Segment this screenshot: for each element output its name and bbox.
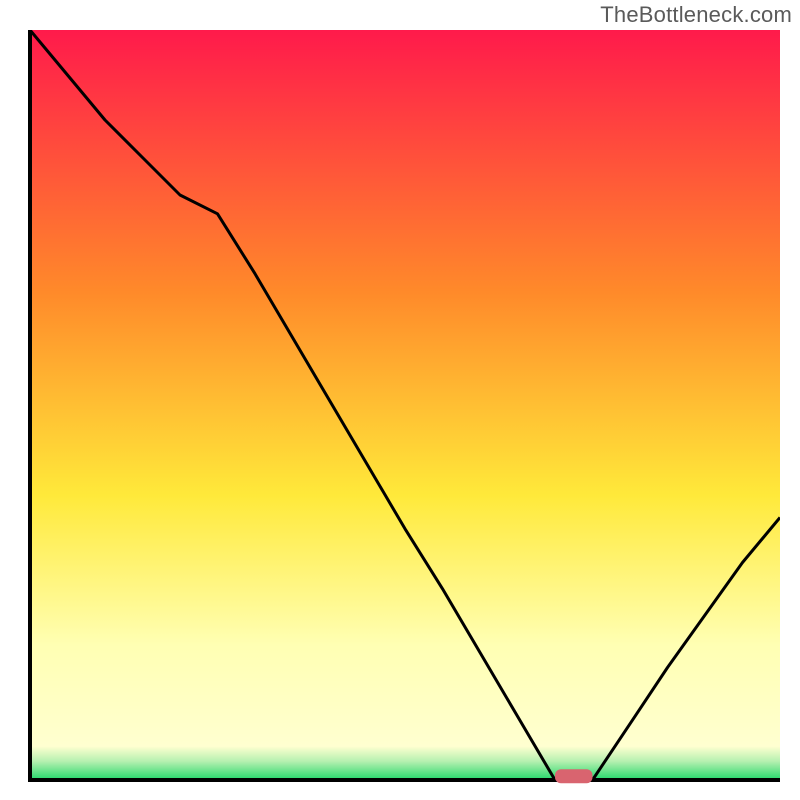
chart-container: TheBottleneck.com <box>0 0 800 800</box>
optimum-marker <box>555 769 593 783</box>
bottleneck-chart <box>20 30 780 790</box>
attribution-label: TheBottleneck.com <box>600 2 792 28</box>
